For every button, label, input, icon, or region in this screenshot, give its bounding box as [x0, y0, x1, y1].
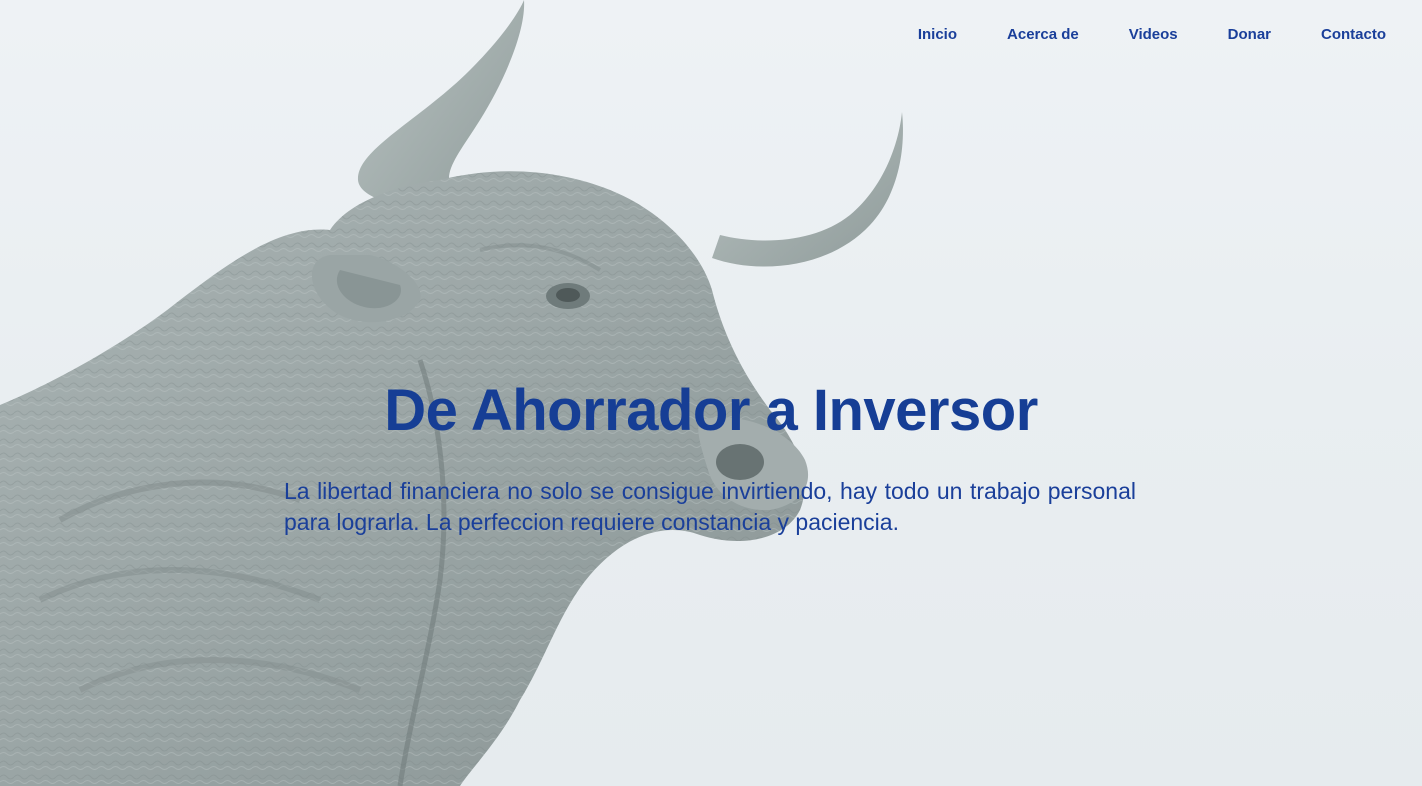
nav-link-inicio[interactable]: Inicio — [918, 25, 957, 45]
nav-link-donar[interactable]: Donar — [1228, 25, 1271, 45]
hero-description: La libertad financiera no solo se consig… — [284, 478, 1136, 535]
nav-link-videos[interactable]: Videos — [1129, 25, 1178, 45]
nav-link-contacto[interactable]: Contacto — [1321, 25, 1386, 45]
nav-link-acerca-de[interactable]: Acerca de — [1007, 25, 1079, 45]
landing-page: Inicio Acerca de Videos Donar Contacto D… — [0, 0, 1422, 786]
main-nav: Inicio Acerca de Videos Donar Contacto — [868, 25, 1386, 45]
hero-title: De Ahorrador a Inversor — [384, 378, 1038, 443]
